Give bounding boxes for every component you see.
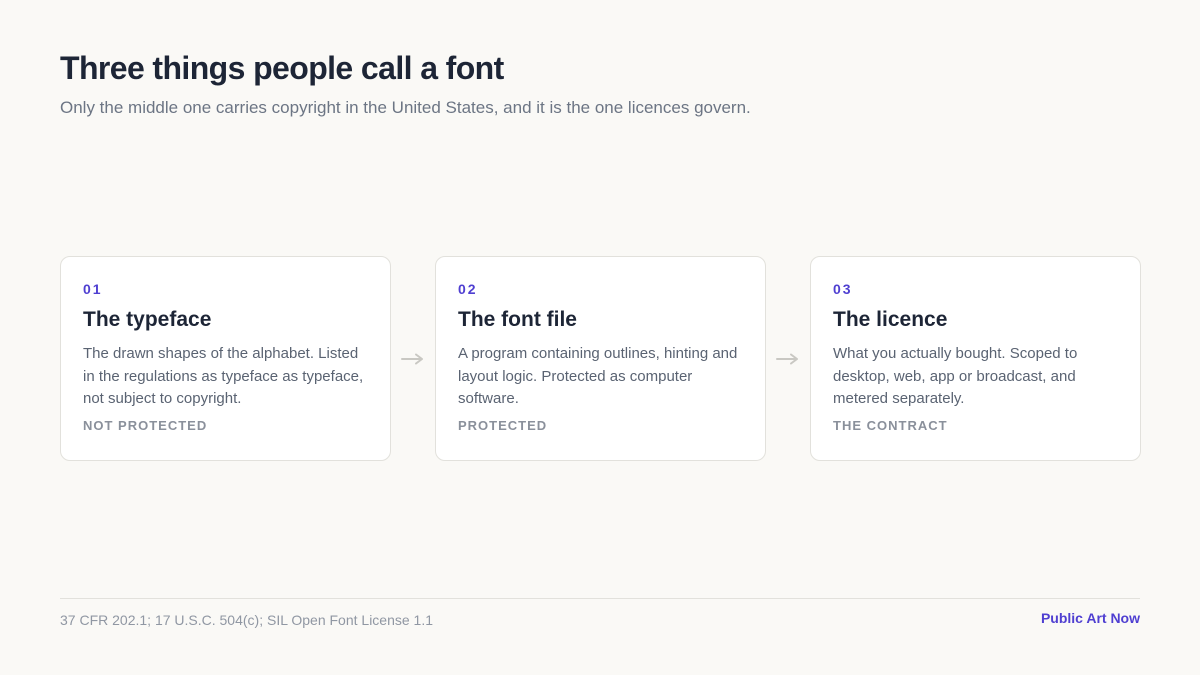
card-title: The typeface	[83, 308, 212, 331]
arrow-right-icon	[391, 353, 435, 365]
card-typeface: 01 The typeface The drawn shapes of the …	[60, 256, 391, 461]
arrow-right-icon	[766, 353, 810, 365]
card-status: NOT PROTECTED	[83, 417, 208, 433]
card-description: The drawn shapes of the alphabet. Listed…	[83, 345, 364, 407]
card-status: PROTECTED	[458, 417, 548, 433]
card-number: 02	[458, 281, 478, 297]
page-title: Three things people call a font	[60, 50, 504, 86]
page-subtitle: Only the middle one carries copyright in…	[60, 98, 751, 117]
card-sequence: 01 The typeface The drawn shapes of the …	[60, 256, 1141, 461]
footer-divider	[60, 598, 1140, 599]
card-title: The licence	[833, 308, 948, 331]
card-licence: 03 The licence What you actually bought.…	[810, 256, 1141, 461]
card-description: What you actually bought. Scoped to desk…	[833, 345, 1078, 407]
card-number: 03	[833, 281, 853, 297]
card-number: 01	[83, 281, 103, 297]
card-title: The font file	[458, 308, 577, 331]
card-status: THE CONTRACT	[833, 417, 948, 433]
footer-brand: Public Art Now	[1040, 610, 1140, 626]
footer-source: 37 CFR 202.1; 17 U.S.C. 504(c); SIL Open…	[60, 612, 434, 628]
card-description: A program containing outlines, hinting a…	[458, 345, 738, 407]
card-font-file: 02 The font file A program containing ou…	[435, 256, 766, 461]
